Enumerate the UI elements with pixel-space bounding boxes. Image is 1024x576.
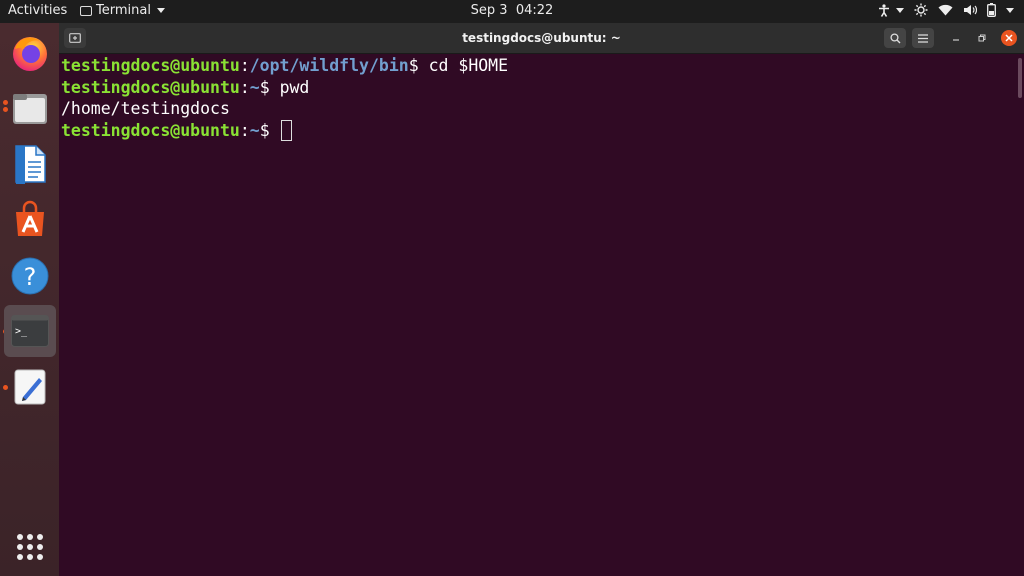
search-button[interactable] bbox=[884, 28, 906, 48]
new-tab-button[interactable] bbox=[64, 28, 86, 48]
chevron-down-icon bbox=[1006, 7, 1014, 13]
prompt-separator: : bbox=[239, 77, 250, 97]
accessibility-icon[interactable] bbox=[878, 3, 890, 17]
window-title: testingdocs@ubuntu: ~ bbox=[59, 31, 1024, 45]
date-label: Sep 3 bbox=[470, 3, 508, 18]
restore-icon bbox=[978, 34, 986, 42]
firefox-icon bbox=[13, 37, 47, 71]
dock-firefox[interactable] bbox=[4, 27, 56, 79]
document-writer-icon bbox=[15, 145, 46, 184]
files-icon bbox=[13, 94, 47, 124]
show-applications-button[interactable] bbox=[4, 521, 56, 573]
new-tab-icon bbox=[69, 33, 81, 43]
prompt-symbol: $ bbox=[259, 77, 280, 97]
window-title-label: testingdocs@ubuntu: ~ bbox=[462, 31, 621, 45]
brightness-icon bbox=[914, 3, 928, 17]
prompt-path: /opt/wildfly/bin bbox=[249, 56, 409, 75]
command-output: /home/testingdocs bbox=[61, 99, 230, 118]
clock-button[interactable]: Sep 3 04:22 bbox=[471, 3, 554, 18]
scrollbar[interactable] bbox=[1016, 54, 1024, 576]
svg-text:>_: >_ bbox=[15, 326, 28, 337]
prompt-user: testingdocs@ubuntu bbox=[61, 120, 240, 140]
prompt-user: testingdocs@ubuntu bbox=[61, 56, 240, 75]
text-cursor bbox=[280, 119, 292, 141]
text-editor-icon bbox=[14, 369, 46, 405]
app-menu-label: Terminal bbox=[96, 3, 151, 18]
search-icon bbox=[889, 32, 900, 43]
dock-text-editor[interactable] bbox=[4, 361, 56, 413]
minimize-button[interactable] bbox=[949, 31, 963, 45]
volume-icon bbox=[964, 5, 977, 15]
command-text: cd $HOME bbox=[428, 56, 509, 75]
terminal-line: /home/testingdocs bbox=[61, 98, 1016, 120]
prompt-path: ~ bbox=[249, 120, 260, 140]
chevron-down-icon bbox=[896, 7, 904, 13]
dock-terminal[interactable]: >_ bbox=[4, 305, 56, 357]
help-icon: ? bbox=[11, 257, 49, 295]
svg-text:?: ? bbox=[24, 263, 37, 291]
software-store-icon bbox=[16, 200, 44, 236]
dock-writer[interactable] bbox=[4, 138, 56, 190]
command-text: pwd bbox=[279, 77, 310, 97]
terminal-window: testingdocs@ubuntu: ~ testingdocs@ubuntu… bbox=[59, 23, 1024, 576]
terminal-line: testingdocs@ubuntu:~$ pwd bbox=[61, 77, 1016, 99]
chevron-down-icon bbox=[156, 8, 165, 13]
terminal-icon: >_ bbox=[11, 315, 49, 347]
dock-files[interactable] bbox=[4, 83, 56, 135]
prompt-separator: : bbox=[239, 120, 250, 140]
scrollbar-thumb[interactable] bbox=[1018, 58, 1022, 98]
dock-software[interactable] bbox=[4, 194, 56, 246]
app-menu[interactable]: Terminal bbox=[80, 3, 165, 18]
time-label: 04:22 bbox=[515, 3, 554, 18]
prompt-user: testingdocs@ubuntu bbox=[61, 77, 240, 97]
prompt-symbol: $ bbox=[259, 120, 280, 140]
maximize-button[interactable] bbox=[975, 31, 989, 45]
terminal-output[interactable]: testingdocs@ubuntu:/opt/wildfly/bin$ cd … bbox=[59, 54, 1016, 576]
prompt-path: ~ bbox=[249, 77, 260, 97]
close-button[interactable] bbox=[1001, 30, 1017, 46]
terminal-line: testingdocs@ubuntu:~$ bbox=[61, 119, 1016, 142]
hamburger-menu-icon bbox=[918, 33, 928, 43]
battery-icon bbox=[987, 3, 996, 17]
prompt-symbol: $ bbox=[408, 56, 429, 75]
minimize-icon bbox=[953, 39, 959, 41]
terminal-line: testingdocs@ubuntu:/opt/wildfly/bin$ cd … bbox=[61, 55, 1016, 77]
close-icon bbox=[1005, 34, 1013, 42]
activities-button[interactable]: Activities bbox=[8, 3, 67, 18]
menu-button[interactable] bbox=[912, 28, 934, 48]
dock-help[interactable]: ? bbox=[4, 250, 56, 302]
system-tray[interactable] bbox=[878, 3, 1014, 17]
wifi-icon bbox=[938, 4, 953, 16]
app-grid-icon bbox=[17, 534, 43, 560]
top-bar: Activities Terminal Sep 3 04:22 bbox=[0, 0, 1024, 23]
header-bar[interactable]: testingdocs@ubuntu: ~ bbox=[59, 23, 1024, 54]
dock: ? >_ bbox=[0, 23, 59, 576]
prompt-separator: : bbox=[239, 56, 250, 75]
terminal-icon bbox=[80, 5, 92, 16]
